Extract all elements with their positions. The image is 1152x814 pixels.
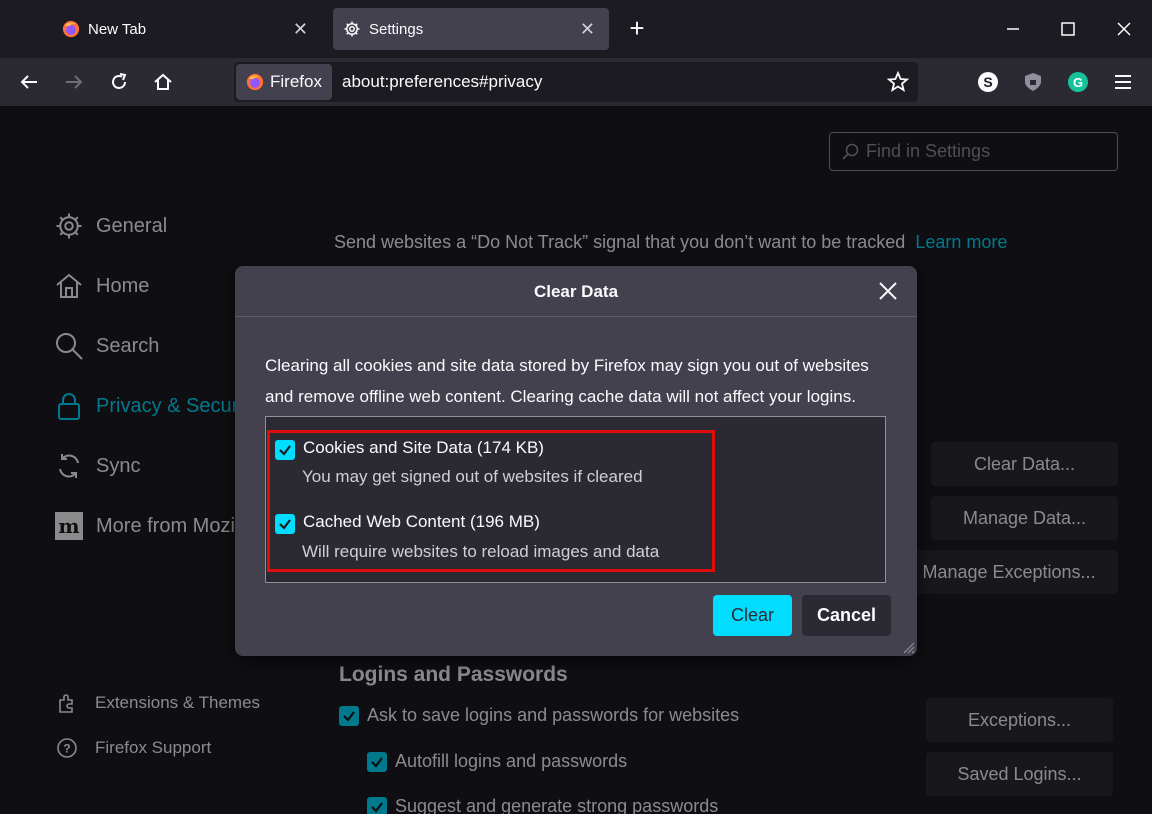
url-bar[interactable]: Firefox about:preferences#privacy bbox=[234, 62, 918, 102]
cancel-button[interactable]: Cancel bbox=[802, 595, 891, 636]
identity-label: Firefox bbox=[270, 72, 322, 91]
navigation-toolbar: Firefox about:preferences#privacy S G bbox=[0, 58, 1152, 106]
dialog-header: Clear Data bbox=[235, 266, 917, 317]
svg-text:G: G bbox=[1073, 75, 1083, 90]
forward-arrow-icon[interactable] bbox=[60, 68, 88, 96]
gear-icon bbox=[344, 21, 360, 37]
minimize-icon[interactable] bbox=[998, 14, 1028, 44]
close-icon[interactable]: ✕ bbox=[293, 19, 308, 40]
firefox-icon bbox=[246, 73, 264, 91]
close-icon[interactable] bbox=[877, 280, 899, 302]
dialog-title: Clear Data bbox=[533, 282, 619, 301]
dialog-description: Clearing all cookies and site data store… bbox=[265, 356, 869, 406]
skype-extension-icon[interactable]: S bbox=[976, 70, 1000, 94]
clear-data-dialog: Clear Data Clearing all cookies and site… bbox=[235, 266, 917, 656]
tab-title: Settings bbox=[369, 20, 424, 38]
tab-new-tab[interactable]: New Tab ✕ bbox=[52, 8, 322, 50]
tab-strip: New Tab ✕ Settings ✕ + bbox=[0, 0, 1152, 58]
window-close-icon[interactable] bbox=[1109, 14, 1139, 44]
firefox-icon bbox=[62, 20, 80, 38]
tab-title: New Tab bbox=[88, 20, 147, 38]
tab-settings[interactable]: Settings ✕ bbox=[333, 8, 609, 50]
svg-text:S: S bbox=[983, 74, 992, 90]
resize-grip-icon[interactable] bbox=[901, 640, 915, 654]
annotation-highlight-box bbox=[267, 430, 715, 572]
back-arrow-icon[interactable] bbox=[15, 68, 43, 96]
new-tab-button[interactable]: + bbox=[622, 14, 652, 44]
menu-hamburger-icon[interactable] bbox=[1111, 70, 1135, 94]
identity-box[interactable]: Firefox bbox=[236, 64, 332, 100]
home-icon[interactable] bbox=[149, 68, 177, 96]
url-input[interactable]: about:preferences#privacy bbox=[342, 72, 542, 92]
grammarly-icon[interactable]: G bbox=[1066, 70, 1090, 94]
bookmark-star-icon[interactable] bbox=[886, 70, 910, 94]
clear-button[interactable]: Clear bbox=[713, 595, 792, 636]
close-icon[interactable]: ✕ bbox=[580, 19, 595, 40]
shield-extension-icon[interactable] bbox=[1021, 70, 1045, 94]
reload-icon[interactable] bbox=[105, 68, 133, 96]
maximize-icon[interactable] bbox=[1053, 14, 1083, 44]
